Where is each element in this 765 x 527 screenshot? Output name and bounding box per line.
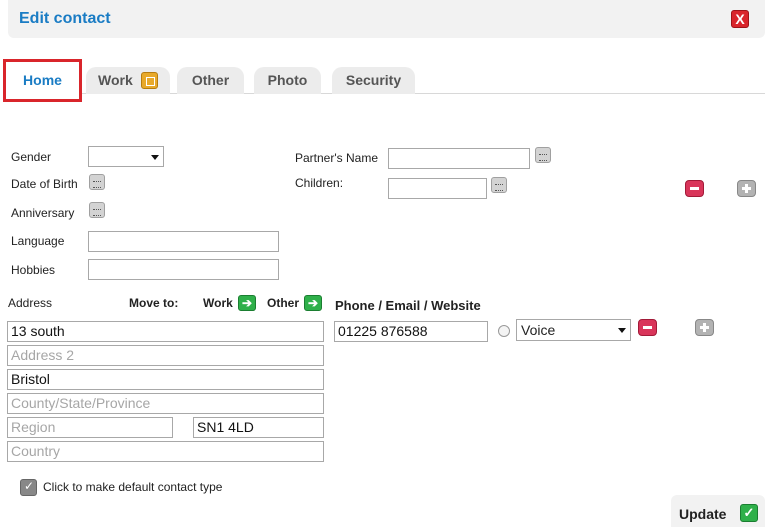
move-to-label: Move to: (129, 296, 179, 310)
county-field[interactable]: County/State/Province (7, 393, 324, 414)
partner-calendar-icon[interactable] (535, 147, 551, 163)
contact-type-value: Voice (521, 322, 556, 338)
partner-label: Partner's Name (295, 151, 378, 165)
partner-field[interactable] (388, 148, 530, 169)
remove-contact-button[interactable] (638, 319, 657, 336)
gender-label: Gender (11, 150, 52, 164)
language-label: Language (11, 234, 65, 248)
dialog-titlebar (8, 0, 765, 38)
contact-type-select[interactable]: Voice (516, 319, 631, 341)
language-field[interactable] (88, 231, 279, 252)
anniversary-label: Anniversary (11, 206, 75, 220)
anniversary-calendar-icon[interactable] (89, 202, 105, 218)
dialog-title: Edit contact (19, 10, 111, 27)
postcode-field[interactable]: SN1 4LD (193, 417, 324, 438)
update-label: Update (679, 506, 727, 522)
contact-value-field[interactable]: 01225 876588 (334, 321, 488, 342)
add-contact-button[interactable] (695, 319, 714, 336)
default-contact-type-label: Click to make default contact type (43, 480, 223, 494)
hobbies-field[interactable] (88, 259, 279, 280)
city-field[interactable]: Bristol (7, 369, 324, 390)
move-to-other-arrow-icon[interactable]: ➔ (304, 295, 322, 311)
region-field[interactable]: Region (7, 417, 173, 438)
dob-label: Date of Birth (11, 177, 78, 191)
country-field[interactable]: Country (7, 441, 324, 462)
address-line2-field[interactable]: Address 2 (7, 345, 324, 366)
address-label: Address (8, 296, 53, 310)
tab-other[interactable]: Other (177, 67, 244, 94)
move-to-other-label: Other (267, 296, 300, 310)
hobbies-label: Hobbies (11, 263, 56, 277)
tab-security[interactable]: Security (332, 67, 415, 94)
checkbox-icon[interactable] (20, 479, 37, 496)
children-label: Children: (295, 176, 344, 190)
children-calendar-icon[interactable] (491, 177, 507, 193)
add-child-button[interactable] (737, 180, 756, 197)
children-field[interactable] (388, 178, 487, 199)
close-icon[interactable]: X (731, 10, 749, 28)
gender-select[interactable] (88, 146, 164, 167)
move-to-work-arrow-icon[interactable]: ➔ (238, 295, 256, 311)
edit-work-icon[interactable] (141, 72, 158, 89)
remove-child-button[interactable] (685, 180, 704, 197)
tab-photo[interactable]: Photo (254, 67, 321, 94)
chevron-down-icon (618, 328, 626, 333)
dob-calendar-icon[interactable] (89, 174, 105, 190)
confirm-check-icon[interactable]: ✓ (740, 504, 758, 522)
chevron-down-icon (151, 155, 159, 160)
address-line1-field[interactable]: 13 south (7, 321, 324, 342)
contact-heading: Phone / Email / Website (335, 298, 481, 313)
tab-work-label: Work (98, 72, 133, 88)
move-to-work-label: Work (203, 296, 233, 310)
tab-home[interactable]: Home (3, 59, 82, 102)
default-contact-radio[interactable] (498, 325, 510, 337)
